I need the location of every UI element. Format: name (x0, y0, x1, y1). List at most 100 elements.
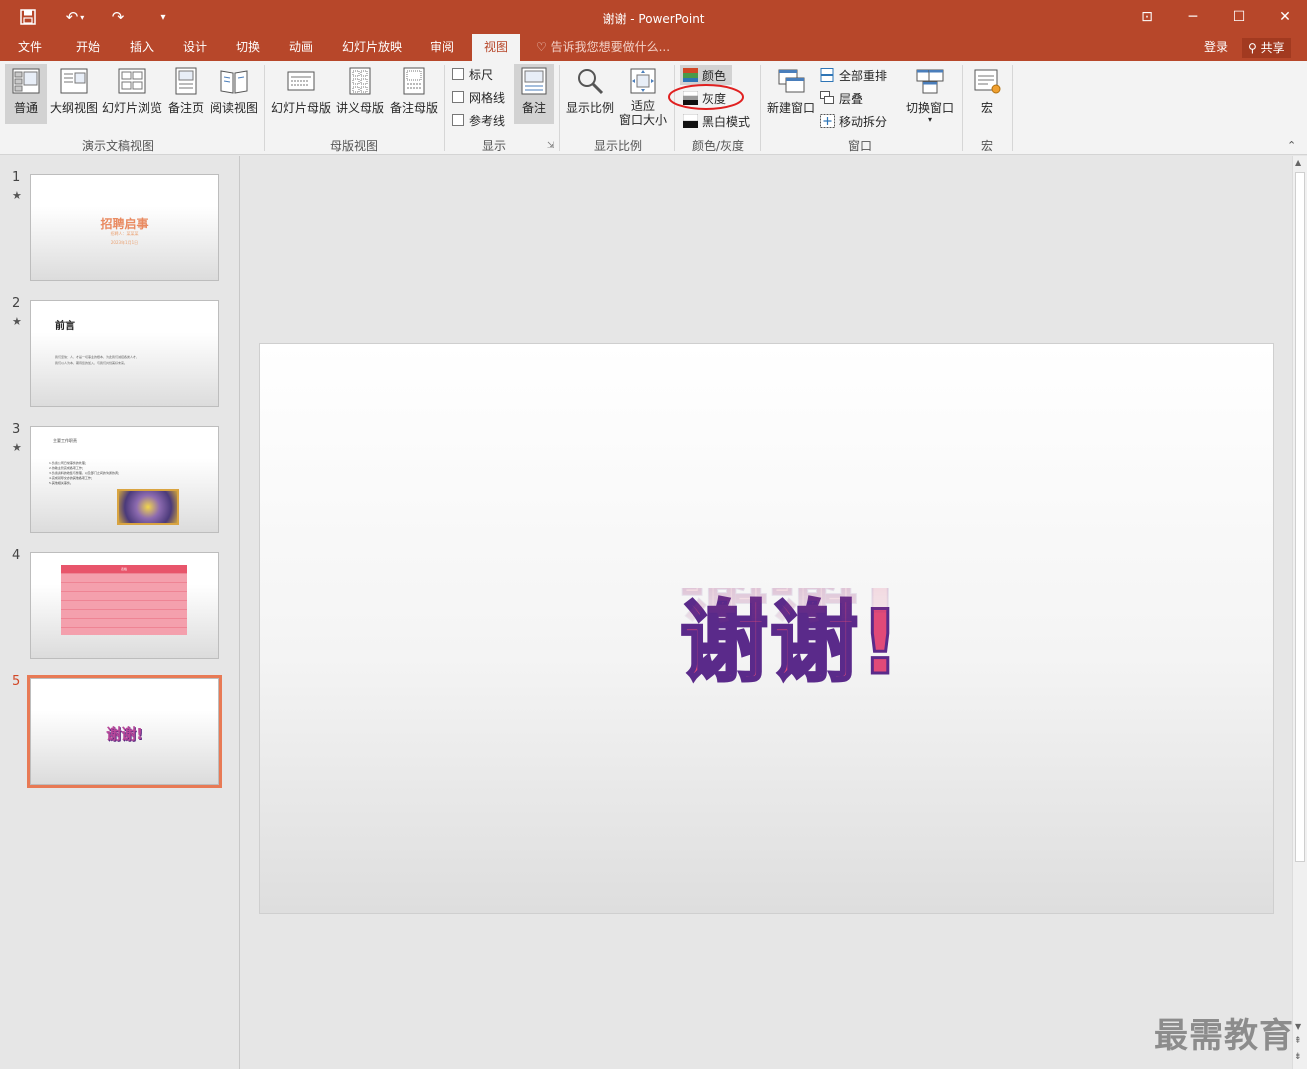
fit-to-window-button[interactable]: 适应 窗口大小 (617, 64, 669, 127)
tab-file[interactable]: 文件 (8, 34, 52, 61)
tab-insert[interactable]: 插入 (120, 34, 164, 61)
tab-design[interactable]: 设计 (173, 34, 217, 61)
slide-thumbnail[interactable]: 表格 (30, 552, 219, 659)
tab-slideshow[interactable]: 幻灯片放映 (334, 34, 410, 61)
notes-page-label: 备注页 (167, 101, 204, 115)
slide-number: 4 (12, 548, 21, 563)
group-label-show: 显示 (481, 139, 506, 153)
lightbulb-icon: ♡ (536, 40, 551, 54)
slide-thumbnail[interactable]: 前言 我们坚信：人、才是一切事业的根本，为此我们诚招各类人才， 我们以人为本，期… (30, 300, 219, 407)
macros-button[interactable]: 宏 (967, 64, 1007, 124)
thumb-body: 我们以人为本，期待您的加入，与我们共创美好未来。 (55, 361, 128, 365)
animation-star-icon: ★ (12, 315, 22, 328)
notes-master-label: 备注母版 (389, 101, 438, 115)
group-label-zoom: 显示比例 (593, 139, 642, 153)
current-slide-canvas[interactable]: 谢谢! 谢谢! (259, 343, 1274, 914)
slide-master-button[interactable]: 幻灯片母版 (270, 64, 332, 124)
color-button[interactable]: 颜色 (680, 65, 732, 85)
tab-review[interactable]: 审阅 (420, 34, 464, 61)
group-separator (444, 65, 445, 151)
thumb-title: 招聘启事 (100, 217, 149, 231)
tab-view[interactable]: 视图 (472, 34, 520, 61)
handout-master-button[interactable]: 讲义母版 (334, 64, 386, 124)
window-title: 谢谢 - PowerPoint (602, 12, 705, 26)
scroll-down-arrow-icon[interactable]: ▼ (1295, 1022, 1301, 1031)
color-swatch-icon (683, 68, 698, 82)
normal-view-icon (12, 68, 40, 94)
macros-icon (974, 69, 1001, 94)
color-label: 颜色 (702, 68, 727, 83)
title-bar: ↶ ▾ ↷ ▾ 谢谢 - PowerPoint ⊡ ─ ☐ ✕ (0, 0, 1307, 34)
ribbon-display-icon[interactable]: ⊡ (1124, 0, 1170, 34)
guides-checkbox[interactable]: 参考线 (452, 111, 505, 129)
ruler-label: 标尺 (469, 67, 494, 82)
normal-view-label: 普通 (13, 101, 38, 115)
slide-sorter-button[interactable]: 幻灯片浏览 (101, 64, 163, 124)
switch-windows-button[interactable]: 切换窗口 ▾ (903, 64, 957, 124)
thumb-title: 前言 (55, 321, 75, 332)
fit-label-line1: 适应 (630, 99, 655, 113)
slide-thumbnail[interactable]: 主要工作职责 1.负责公司日常事务的处理； 2.协助主管完成各项工作； 3.负责… (30, 426, 219, 533)
vertical-scrollbar[interactable]: ▲ ▼ ⇞ ⇟ (1292, 156, 1307, 1069)
new-window-button[interactable]: 新建窗口 (765, 64, 817, 124)
animation-star-icon: ★ (12, 189, 22, 202)
gridlines-checkbox[interactable]: 网格线 (452, 88, 505, 106)
group-label-macros: 宏 (980, 139, 993, 153)
collapse-ribbon-icon[interactable]: ⌃ (1287, 139, 1296, 152)
thumb-title: 主要工作职责 (53, 438, 77, 443)
outline-view-button[interactable]: 大纲视图 (49, 64, 99, 124)
reading-view-label: 阅读视图 (209, 101, 258, 115)
next-slide-icon[interactable]: ⇟ (1294, 1052, 1302, 1062)
minimize-icon[interactable]: ─ (1170, 0, 1216, 34)
zoom-label: 显示比例 (565, 101, 614, 115)
handout-master-icon (349, 67, 371, 95)
maximize-icon[interactable]: ☐ (1216, 0, 1262, 34)
close-icon[interactable]: ✕ (1262, 0, 1307, 34)
arrange-all-label: 全部重排 (839, 68, 888, 83)
slide-thumbnail-selected[interactable]: 谢谢! (27, 675, 222, 788)
thumb-table: 表格 (61, 565, 187, 635)
reading-view-button[interactable]: 阅读视图 (208, 64, 260, 124)
tab-animations[interactable]: 动画 (279, 34, 323, 61)
reading-view-icon (220, 70, 248, 94)
notes-page-button[interactable]: 备注页 (166, 64, 206, 124)
macros-label: 宏 (980, 101, 993, 115)
zoom-button[interactable]: 显示比例 (564, 64, 616, 124)
ruler-checkbox[interactable]: 标尺 (452, 65, 493, 83)
share-button[interactable]: ⚲ 共享 (1242, 38, 1291, 58)
thumb-flower-image (117, 489, 179, 525)
tab-home[interactable]: 开始 (66, 34, 110, 61)
thumb-date: 2023年1月1日 (110, 240, 139, 245)
signin-link[interactable]: 登录 (1204, 34, 1228, 61)
outline-view-icon (60, 68, 88, 94)
share-label: 共享 (1260, 41, 1285, 55)
watermark-text: 最需教育 (1154, 1016, 1294, 1056)
slide-thumbnail[interactable]: 招聘启事 招聘人：某某某 2023年1月1日 (30, 174, 219, 281)
notes-master-icon (403, 67, 425, 95)
guides-label: 参考线 (469, 113, 506, 128)
move-split-button[interactable]: 移动拆分 (820, 111, 887, 131)
notes-master-button[interactable]: 备注母版 (388, 64, 440, 124)
slide-sorter-icon (118, 68, 146, 94)
scrollbar-thumb[interactable] (1295, 172, 1305, 862)
move-split-label: 移动拆分 (839, 114, 888, 129)
outline-view-label: 大纲视图 (49, 101, 98, 115)
animation-star-icon: ★ (12, 441, 22, 454)
scroll-up-arrow-icon[interactable]: ▲ (1295, 158, 1301, 167)
slide-number: 3 (12, 422, 21, 437)
dialog-launcher-icon[interactable]: ⇲ (547, 141, 555, 151)
normal-view-button[interactable]: 普通 (5, 64, 47, 124)
move-split-icon (820, 114, 835, 128)
tell-me-text: 告诉我您想要做什么... (550, 40, 671, 54)
black-white-button[interactable]: 黑白模式 (680, 111, 756, 131)
thumb-subtitle: 招聘人：某某某 (110, 231, 139, 236)
notes-toggle-button[interactable]: 备注 (514, 64, 554, 124)
tab-transitions[interactable]: 切换 (226, 34, 270, 61)
arrange-all-button[interactable]: 全部重排 (820, 65, 887, 85)
cascade-icon (820, 91, 834, 104)
group-label-master-views: 母版视图 (329, 139, 378, 153)
prev-slide-icon[interactable]: ⇞ (1294, 1036, 1302, 1046)
black-white-icon (683, 114, 698, 128)
tell-me-box[interactable]: ♡ 告诉我您想要做什么... (536, 34, 670, 61)
cascade-button[interactable]: 层叠 (820, 88, 863, 108)
